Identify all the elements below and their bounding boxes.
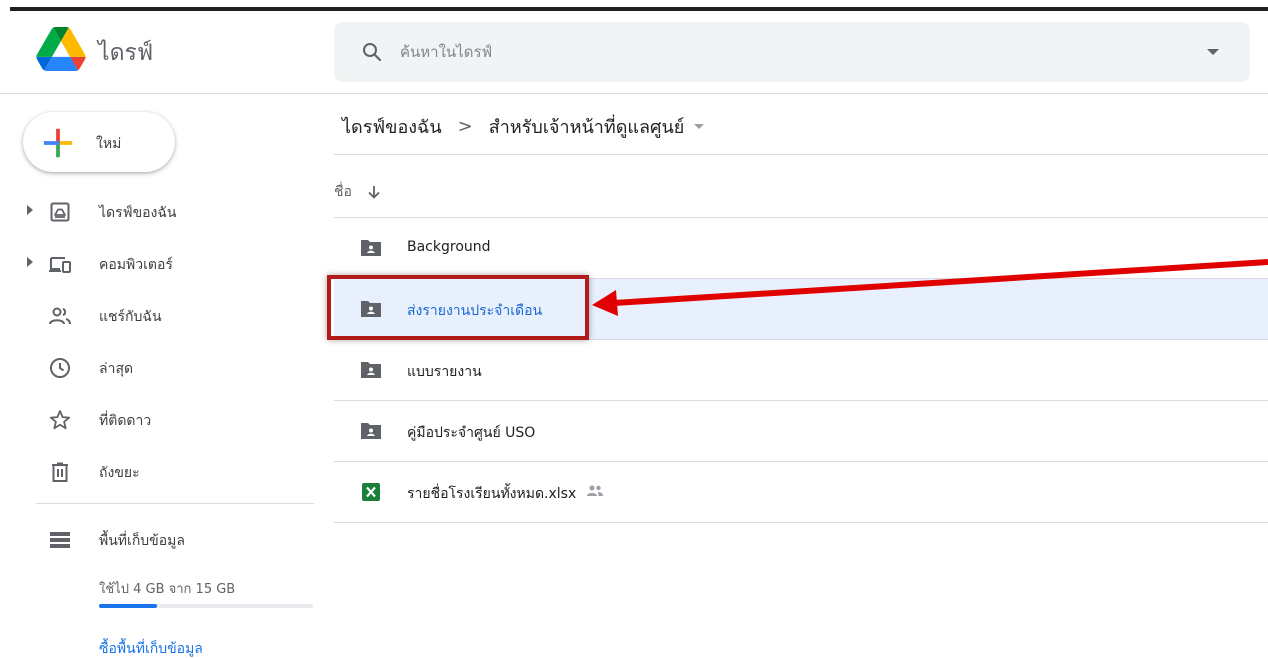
google-drive-logo[interactable] xyxy=(36,27,86,71)
file-name[interactable]: คู่มือประจำศูนย์ USO xyxy=(407,422,535,444)
plus-icon xyxy=(43,128,73,158)
sidebar-item-computers[interactable]: คอมพิวเตอร์ xyxy=(0,238,330,290)
file-name[interactable]: Background xyxy=(407,239,491,255)
sidebar-item-label: ที่ติดดาว xyxy=(99,413,152,429)
people-icon xyxy=(49,307,71,325)
buy-storage-link[interactable]: ซื้อพื้นที่เก็บข้อมูล xyxy=(99,638,203,658)
sidebar-item-label: ถังขยะ xyxy=(99,465,140,481)
expand-arrow-icon[interactable] xyxy=(27,257,33,267)
file-row[interactable]: Background xyxy=(334,218,1268,279)
app-title: ไดรฟ์ xyxy=(98,40,154,66)
shared-folder-icon xyxy=(361,423,381,439)
sidebar-item-label: คอมพิวเตอร์ xyxy=(99,257,173,273)
storage-icon xyxy=(50,532,70,548)
shared-people-icon xyxy=(587,485,603,496)
file-name[interactable]: รายชื่อโรงเรียนทั้งหมด.xlsx xyxy=(407,483,576,505)
highlight-box xyxy=(327,275,589,340)
new-button[interactable]: ใหม่ xyxy=(23,112,175,172)
trash-icon xyxy=(52,462,68,482)
breadcrumb: ไดรฟ์ของฉัน > สำหรับเจ้าหน้าที่ดูแลศูนย์ xyxy=(334,106,705,146)
breadcrumb-root[interactable]: ไดรฟ์ของฉัน xyxy=(334,108,450,145)
new-button-label: ใหม่ xyxy=(96,136,122,152)
file-name[interactable]: แบบรายงาน xyxy=(407,361,482,383)
computer-icon xyxy=(49,257,71,273)
expand-arrow-icon[interactable] xyxy=(27,205,33,215)
search-options-dropdown-icon[interactable] xyxy=(1207,49,1219,55)
breadcrumb-current[interactable]: สำหรับเจ้าหน้าที่ดูแลศูนย์ xyxy=(481,108,693,145)
sidebar-item-label: ล่าสุด xyxy=(99,361,134,377)
shared-folder-icon xyxy=(361,362,381,378)
sidebar-item-label: แชร์กับฉัน xyxy=(99,309,162,325)
file-row[interactable]: แบบรายงาน xyxy=(334,340,1268,401)
arrow-down-icon[interactable] xyxy=(366,184,382,200)
sidebar-item-shared-with-me[interactable]: แชร์กับฉัน xyxy=(0,290,330,342)
star-icon xyxy=(49,410,71,430)
sidebar-item-my-drive[interactable]: ไดรฟ์ของฉัน xyxy=(0,186,330,238)
storage-progress-bar xyxy=(99,604,313,608)
sidebar-item-recent[interactable]: ล่าสุด xyxy=(0,342,330,394)
storage-usage-text: ใช้ไป 4 GB จาก 15 GB xyxy=(99,582,236,597)
name-header-label[interactable]: ชื่อ xyxy=(334,181,352,203)
header: ไดรฟ์ xyxy=(0,11,1268,93)
my-drive-icon xyxy=(50,202,70,222)
sidebar-item-label: ไดรฟ์ของฉัน xyxy=(99,205,177,221)
breadcrumb-divider xyxy=(334,154,1268,155)
search-bar[interactable] xyxy=(334,22,1250,82)
excel-icon xyxy=(362,483,380,501)
shared-folder-icon xyxy=(361,240,381,256)
breadcrumb-separator: > xyxy=(457,115,473,137)
sidebar-divider xyxy=(36,503,314,504)
file-row[interactable]: รายชื่อโรงเรียนทั้งหมด.xlsx xyxy=(334,462,1268,523)
sidebar-item-starred[interactable]: ที่ติดดาว xyxy=(0,394,330,446)
sidebar-item-trash[interactable]: ถังขยะ xyxy=(0,446,330,498)
sidebar-item-storage[interactable]: พื้นที่เก็บข้อมูล xyxy=(0,514,330,566)
clock-icon xyxy=(50,358,70,378)
chevron-down-icon[interactable] xyxy=(694,123,705,129)
search-icon[interactable] xyxy=(360,40,384,64)
storage-label: พื้นที่เก็บข้อมูล xyxy=(99,533,185,549)
file-row[interactable]: คู่มือประจำศูนย์ USO xyxy=(334,401,1268,462)
search-input[interactable] xyxy=(400,36,1160,68)
header-divider xyxy=(0,93,1268,94)
storage-progress-fill xyxy=(99,604,157,608)
name-column-header[interactable]: ชื่อ xyxy=(334,178,382,206)
